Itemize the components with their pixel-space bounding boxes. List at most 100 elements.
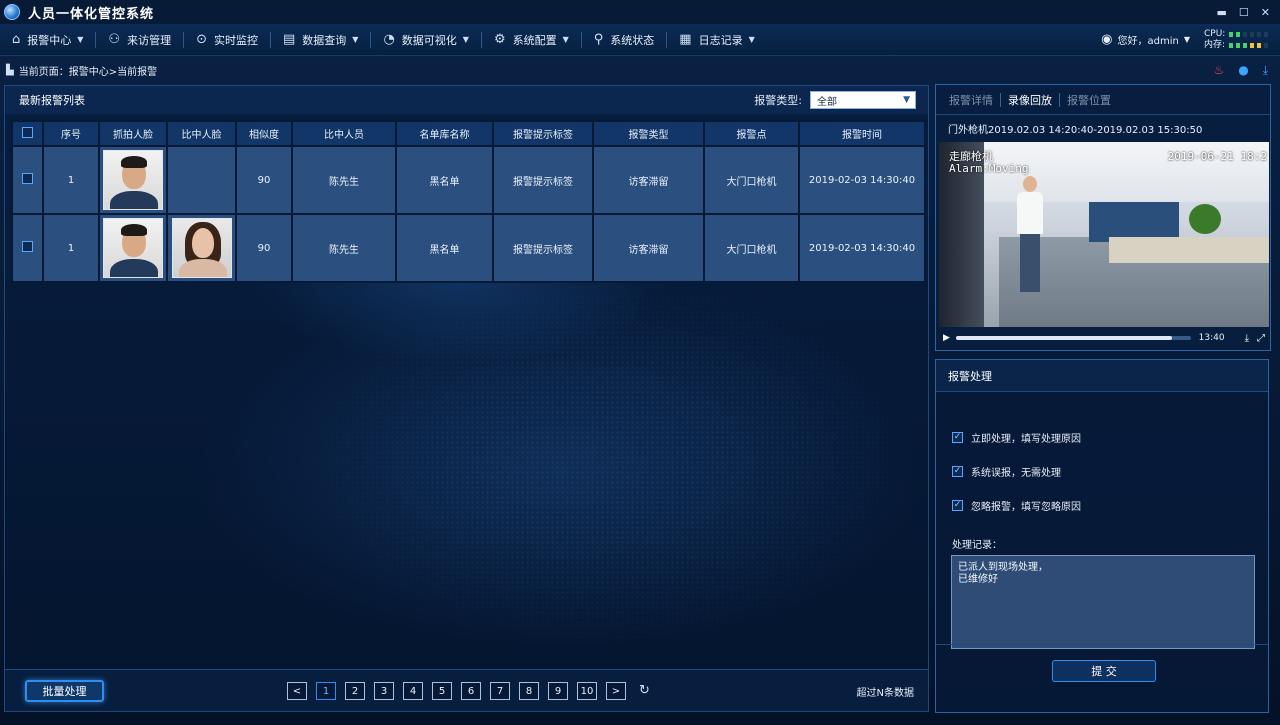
nav-label: 数据可视化 xyxy=(401,33,457,47)
alarm-time-cell: 2019-02-03 14:30:40 xyxy=(798,213,926,283)
nav-label: 日志记录 xyxy=(698,33,743,47)
alarm-type-filter: 报警类型: 全部 ▼ xyxy=(754,91,916,109)
face-shoulders xyxy=(110,191,158,209)
video-frame[interactable]: 走廊枪机 Alarm:Moving 2019-06-21 18:2 xyxy=(939,142,1269,327)
tab-alarm-detail[interactable]: 报警详情 xyxy=(942,92,1000,108)
column-header: 报警点 xyxy=(703,120,800,147)
checkbox-checked-icon[interactable]: ✓ xyxy=(952,499,963,511)
column-header: 抓拍人脸 xyxy=(98,120,168,147)
table-row[interactable]: 1 90 陈先生 黑名单 报警提示标签 访客滞留 大门口枪机 2019-02-0… xyxy=(11,145,926,215)
index-cell: 1 xyxy=(42,145,100,215)
column-header: 比中人脸 xyxy=(166,120,237,147)
handling-record-textarea[interactable]: 已派人到现场处理， 已维修好 xyxy=(951,555,1255,649)
row-select-cell xyxy=(11,145,44,215)
pie-chart-icon: ◔ xyxy=(383,32,395,47)
nav-system-status[interactable]: ⚲ 系统状态 xyxy=(582,24,667,56)
cpu-meter: CPU: xyxy=(1204,29,1268,40)
video-progress-fill xyxy=(955,336,1172,340)
user-menu[interactable]: ◉ 您好，admin ▼ CPU: 内存: xyxy=(1101,24,1280,56)
nav-alarm-center[interactable]: ⌂ 报警中心 ▼ xyxy=(0,24,95,56)
page-button-2[interactable]: 2 xyxy=(345,682,365,700)
meter-segment xyxy=(1229,42,1233,48)
fullscreen-icon[interactable]: ⤢ xyxy=(1257,333,1265,344)
calendar-icon: ▦ xyxy=(679,32,692,47)
user-icon: ◉ xyxy=(1101,32,1113,47)
meter-segment xyxy=(1236,42,1240,48)
memory-label: 内存: xyxy=(1204,39,1226,50)
document-search-icon: ▤ xyxy=(282,32,296,47)
face-hair xyxy=(121,156,147,168)
row-checkbox[interactable] xyxy=(22,241,33,252)
page-button-8[interactable]: 8 xyxy=(519,682,539,700)
tab-video-playback[interactable]: 录像回放 xyxy=(1001,92,1059,108)
chevron-down-icon: ▼ xyxy=(748,35,755,44)
close-icon[interactable]: ✕ xyxy=(1261,6,1270,19)
maximize-icon[interactable]: ☐ xyxy=(1239,6,1249,19)
page-button-3[interactable]: 3 xyxy=(374,682,394,700)
list-name-cell: 黑名单 xyxy=(395,145,494,215)
alarm-list-title: 最新报警列表 xyxy=(19,94,85,107)
meter-segment xyxy=(1229,31,1233,37)
alarm-list-panel: 最新报警列表 报警类型: 全部 ▼ 序号 抓拍人脸 比中人脸 相似度 比中人员 … xyxy=(4,85,929,712)
option-handle-now[interactable]: ✓ 立即处理，填写处理原因 xyxy=(952,420,1268,454)
page-button-1[interactable]: 1 xyxy=(316,682,336,700)
message-icon[interactable]: ● xyxy=(1238,63,1248,78)
page-button-9[interactable]: 9 xyxy=(548,682,568,700)
column-header: 报警时间 xyxy=(798,120,926,147)
nav-realtime-monitor[interactable]: ⊙ 实时监控 xyxy=(184,24,270,56)
batch-process-button[interactable]: 批量处理 xyxy=(25,680,104,702)
person-cell: 陈先生 xyxy=(291,145,397,215)
option-false-alarm[interactable]: ✓ 系统误报，无需处理 xyxy=(952,454,1268,488)
person-pants xyxy=(1020,234,1040,292)
tab-alarm-location[interactable]: 报警位置 xyxy=(1060,92,1118,108)
cpu-label: CPU: xyxy=(1204,28,1226,39)
nav-data-visualization[interactable]: ◔ 数据可视化 ▼ xyxy=(371,24,481,56)
column-header: 报警类型 xyxy=(592,120,705,147)
page-button-6[interactable]: 6 xyxy=(461,682,481,700)
similarity-cell: 90 xyxy=(235,145,293,215)
chevron-down-icon: ▼ xyxy=(352,35,359,44)
download-icon[interactable]: ⤓ xyxy=(1245,333,1249,344)
minimize-icon[interactable]: ▬ xyxy=(1217,6,1227,19)
page-button-4[interactable]: 4 xyxy=(403,682,423,700)
video-progress[interactable] xyxy=(955,336,1191,340)
window-controls: ▬ ☐ ✕ xyxy=(1217,6,1271,19)
alarm-time-cell: 2019-02-03 14:30:40 xyxy=(798,145,926,215)
checkbox-checked-icon[interactable]: ✓ xyxy=(952,431,963,443)
page-button-5[interactable]: 5 xyxy=(432,682,452,700)
meter-segment xyxy=(1264,42,1268,48)
next-page-button[interactable]: > xyxy=(606,682,626,700)
chevron-down-icon: ▼ xyxy=(1183,35,1190,44)
page-button-7[interactable]: 7 xyxy=(490,682,510,700)
breadcrumb-bar: ▙ 当前页面：报警中心>当前报警 ♨ ● ⤓ xyxy=(0,58,1280,82)
download-icon[interactable]: ⤓ xyxy=(1263,63,1268,78)
video-plant xyxy=(1189,204,1221,234)
column-header: 比中人员 xyxy=(291,120,397,147)
nav-system-config[interactable]: ⚙ 系统配置 ▼ xyxy=(482,24,581,56)
alarm-light-icon[interactable]: ♨ xyxy=(1213,63,1224,78)
face-hair xyxy=(121,224,147,236)
table-header-row: 序号 抓拍人脸 比中人脸 相似度 比中人员 名单库名称 报警提示标签 报警类型 … xyxy=(11,120,926,147)
prev-page-button[interactable]: < xyxy=(287,682,307,700)
meter-segment xyxy=(1250,31,1254,37)
submit-button[interactable]: 提 交 xyxy=(1052,660,1156,682)
option-ignore[interactable]: ✓ 忽略报警，填写忽略原因 xyxy=(952,488,1268,522)
play-icon[interactable]: ▶ xyxy=(943,333,950,343)
option-label: 系统误报，无需处理 xyxy=(971,467,1061,479)
snapshot-face-image[interactable] xyxy=(103,218,163,278)
checkbox-checked-icon[interactable]: ✓ xyxy=(952,465,963,477)
video-partition xyxy=(1089,202,1179,242)
row-checkbox[interactable] xyxy=(22,173,33,184)
select-all-checkbox[interactable] xyxy=(22,126,33,138)
nav-log-records[interactable]: ▦ 日志记录 ▼ xyxy=(667,24,766,56)
meter-segment xyxy=(1243,42,1247,48)
table-row[interactable]: 1 90 陈先生 黑名单 报警提示标签 访客滞留 大门口枪机 2019-02-0… xyxy=(11,213,926,283)
refresh-icon[interactable]: ↻ xyxy=(639,682,650,700)
page-button-10[interactable]: 10 xyxy=(577,682,597,700)
alarm-list-header: 最新报警列表 报警类型: 全部 ▼ xyxy=(5,86,928,114)
alarm-type-select[interactable]: 全部 ▼ xyxy=(810,91,916,109)
matched-face-image[interactable] xyxy=(171,218,232,278)
nav-visitor[interactable]: ⚇ 来访管理 xyxy=(96,24,183,56)
nav-data-query[interactable]: ▤ 数据查询 ▼ xyxy=(271,24,370,56)
snapshot-face-image[interactable] xyxy=(103,150,163,210)
